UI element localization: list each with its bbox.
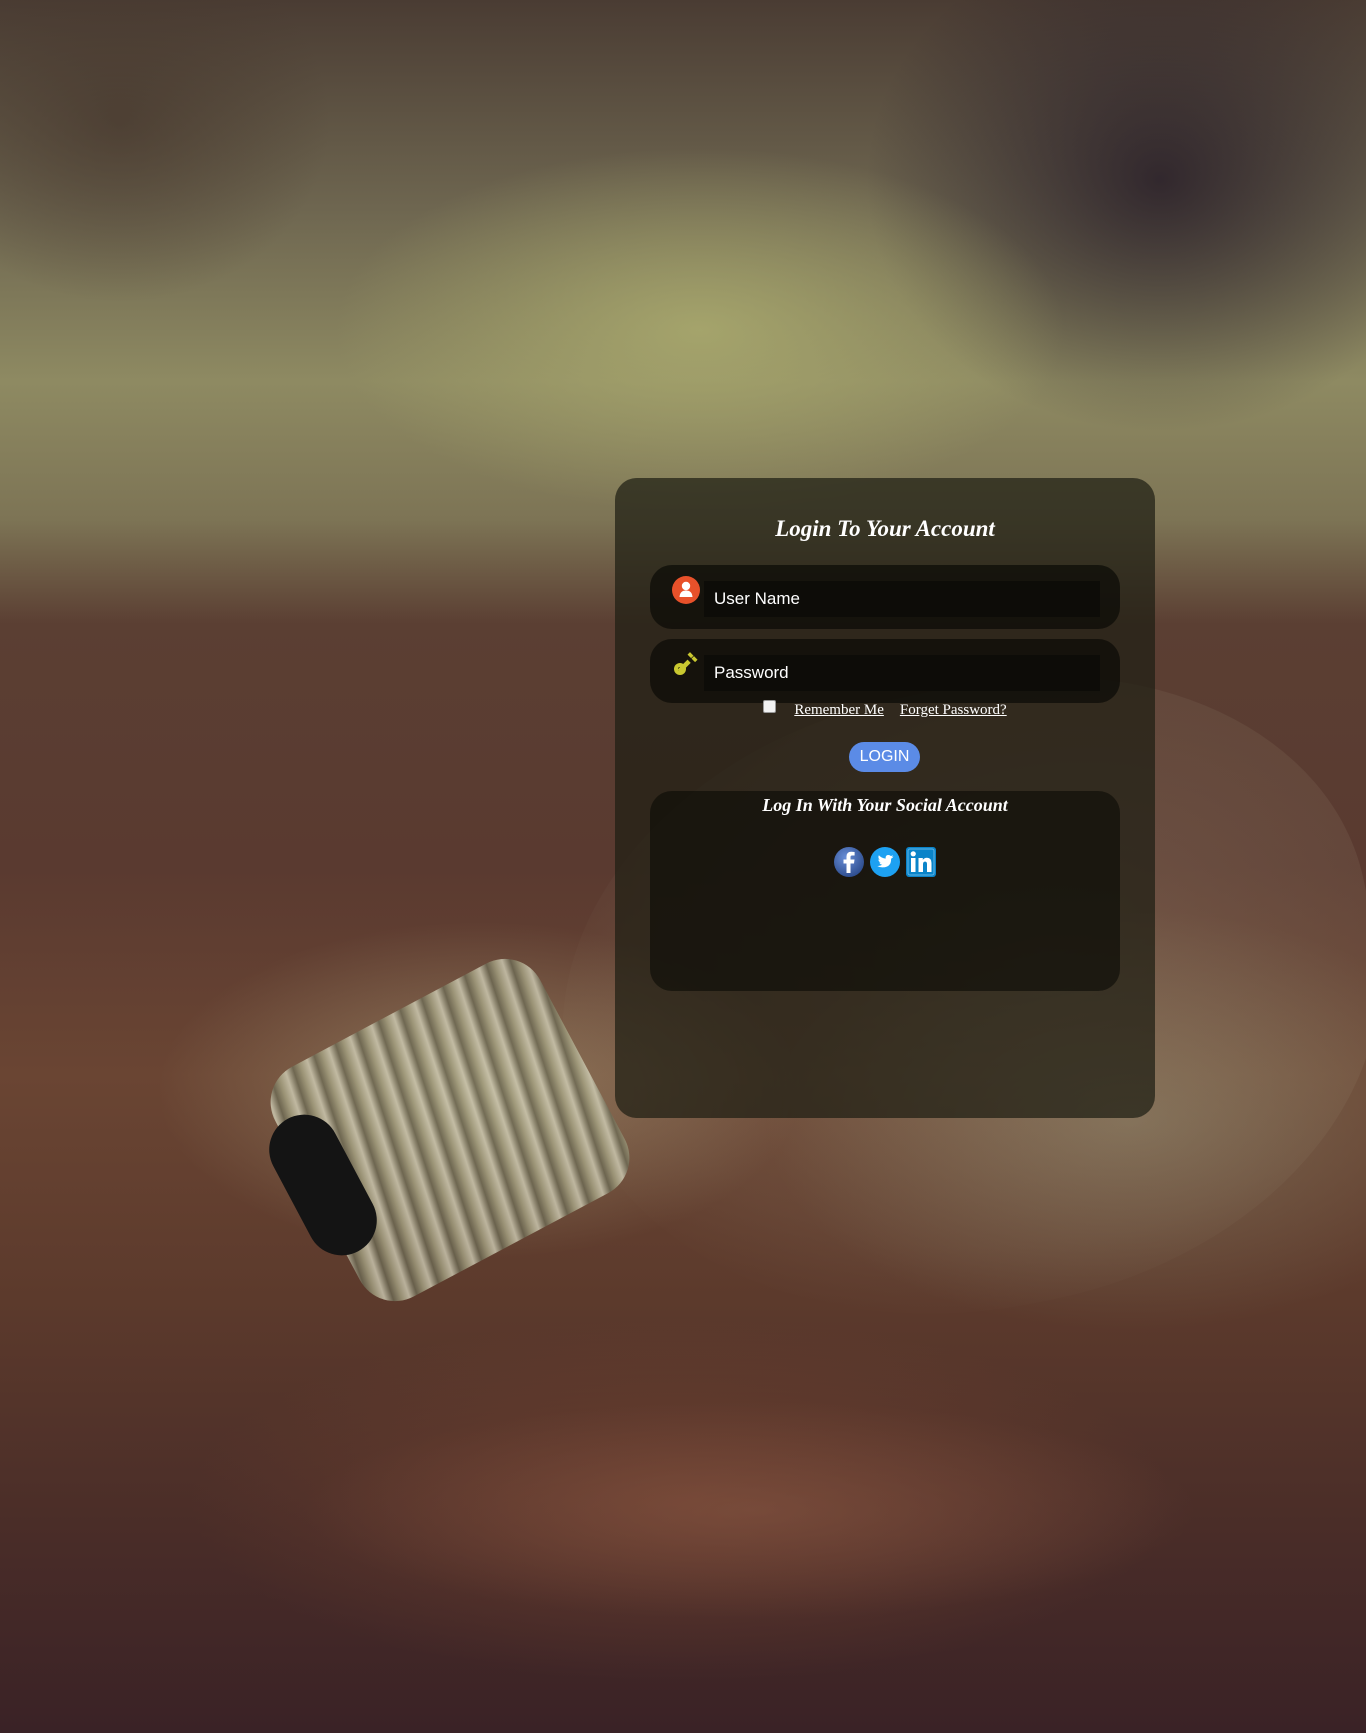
forgot-password-link[interactable]: Forget Password?	[900, 702, 1007, 718]
social-icons	[650, 846, 1120, 878]
password-row	[650, 639, 1120, 703]
username-row	[650, 565, 1120, 629]
login-title: Login To Your Account	[775, 516, 995, 541]
password-input[interactable]	[704, 655, 1100, 691]
linkedin-icon[interactable]	[905, 846, 937, 878]
login-options: Remember Me Forget Password?	[615, 700, 1155, 726]
floor-reflection	[300, 1400, 1200, 1620]
login-button[interactable]: LOGIN	[849, 742, 920, 772]
remember-me-link[interactable]: Remember Me	[794, 702, 884, 718]
remember-me-checkbox[interactable]	[763, 700, 777, 714]
facebook-icon[interactable]	[833, 846, 865, 878]
username-input[interactable]	[704, 581, 1100, 617]
key-icon	[671, 649, 701, 679]
login-panel: Login To Your Account Remember Me Forget …	[615, 478, 1155, 1118]
social-login-box: Log In With Your Social Account	[650, 791, 1120, 991]
twitter-icon[interactable]	[869, 846, 901, 878]
social-login-title: Log In With Your Social Account	[762, 795, 1008, 815]
user-icon	[671, 575, 701, 605]
